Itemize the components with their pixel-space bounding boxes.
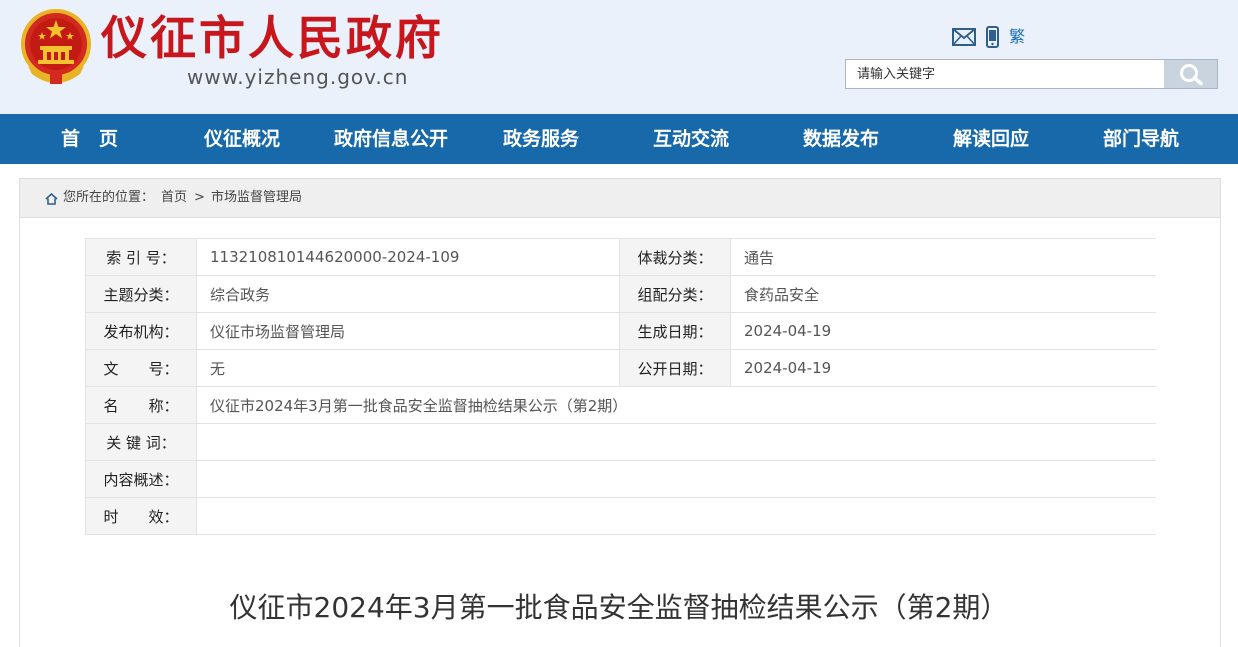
site-header: 仪征市人民政府 www.yizheng.gov.cn 繁 xyxy=(0,0,1238,114)
search-box xyxy=(845,59,1218,89)
publisher-label: 发布机构： xyxy=(85,312,197,350)
site-url: www.yizheng.gov.cn xyxy=(187,65,409,89)
table-row: 主题分类： 综合政务 组配分类： 食药品安全 xyxy=(85,275,1156,313)
summary-label: 内容概述： xyxy=(85,460,197,498)
breadcrumb-current[interactable]: 市场监督管理局 xyxy=(211,179,302,217)
document-info-table: 索 引 号： 113210810144620000-2024-109 体裁分类：… xyxy=(85,238,1156,535)
doc-name-value: 仪征市2024年3月第一批食品安全监督抽检结果公示（第2期） xyxy=(196,386,1156,424)
table-row: 关 键 词： xyxy=(85,423,1156,461)
site-name: 仪征市人民政府 xyxy=(101,11,444,65)
search-input[interactable] xyxy=(846,60,1164,88)
keywords-value xyxy=(196,423,1156,461)
breadcrumb: 您所在的位置： 首页 > 市场监督管理局 xyxy=(19,178,1221,218)
nav-data-release[interactable]: 数据发布 xyxy=(803,114,879,164)
search-icon xyxy=(1180,64,1203,85)
home-icon xyxy=(45,193,58,205)
nav-departments[interactable]: 部门导航 xyxy=(1103,114,1179,164)
table-row: 发布机构： 仪征市场监督管理局 生成日期： 2024-04-19 xyxy=(85,312,1156,350)
topic-label: 主题分类： xyxy=(85,275,197,313)
mail-icon[interactable] xyxy=(952,28,976,46)
nav-overview[interactable]: 仪征概况 xyxy=(204,114,280,164)
public-date-label: 公开日期： xyxy=(619,349,731,387)
doc-number-label: 文 号： xyxy=(85,349,197,387)
main-nav: 首 页 仪征概况 政府信息公开 政务服务 互动交流 数据发布 解读回应 部门导航 xyxy=(0,114,1238,164)
nav-gov-services[interactable]: 政务服务 xyxy=(503,114,579,164)
topic-value: 综合政务 xyxy=(196,275,620,313)
created-date-value: 2024-04-19 xyxy=(730,312,1156,350)
doc-name-label: 名 称： xyxy=(85,386,197,424)
genre-label: 体裁分类： xyxy=(619,238,731,276)
search-button[interactable] xyxy=(1164,60,1217,88)
table-row: 名 称： 仪征市2024年3月第一批食品安全监督抽检结果公示（第2期） xyxy=(85,386,1156,424)
nav-interpretation[interactable]: 解读回应 xyxy=(953,114,1029,164)
breadcrumb-separator: > xyxy=(194,190,205,205)
traditional-chinese-link[interactable]: 繁 xyxy=(1009,26,1025,48)
table-row: 索 引 号： 113210810144620000-2024-109 体裁分类：… xyxy=(85,238,1156,276)
table-row: 时 效： xyxy=(85,497,1156,535)
breadcrumb-home-link[interactable]: 首页 xyxy=(161,179,187,217)
keywords-label: 关 键 词： xyxy=(85,423,197,461)
table-row: 文 号： 无 公开日期： 2024-04-19 xyxy=(85,349,1156,387)
publisher-value: 仪征市场监督管理局 xyxy=(196,312,620,350)
group-value: 食药品安全 xyxy=(730,275,1156,313)
public-date-value: 2024-04-19 xyxy=(730,349,1156,387)
nav-gov-info-public[interactable]: 政府信息公开 xyxy=(334,114,448,164)
table-row: 内容概述： xyxy=(85,460,1156,498)
created-date-label: 生成日期： xyxy=(619,312,731,350)
doc-number-value: 无 xyxy=(196,349,620,387)
validity-value xyxy=(196,497,1156,535)
nav-home[interactable]: 首 页 xyxy=(61,114,118,164)
nav-interaction[interactable]: 互动交流 xyxy=(653,114,729,164)
summary-value xyxy=(196,460,1156,498)
validity-label: 时 效： xyxy=(85,497,197,535)
index-value: 113210810144620000-2024-109 xyxy=(196,238,620,276)
index-label: 索 引 号： xyxy=(85,238,197,276)
genre-value: 通告 xyxy=(730,238,1156,276)
breadcrumb-prefix: 您所在的位置： xyxy=(63,190,155,205)
national-emblem-icon xyxy=(21,9,91,84)
mobile-phone-icon[interactable] xyxy=(986,26,999,48)
article-title: 仪征市2024年3月第一批食品安全监督抽检结果公示（第2期） xyxy=(229,591,1009,624)
group-label: 组配分类： xyxy=(619,275,731,313)
